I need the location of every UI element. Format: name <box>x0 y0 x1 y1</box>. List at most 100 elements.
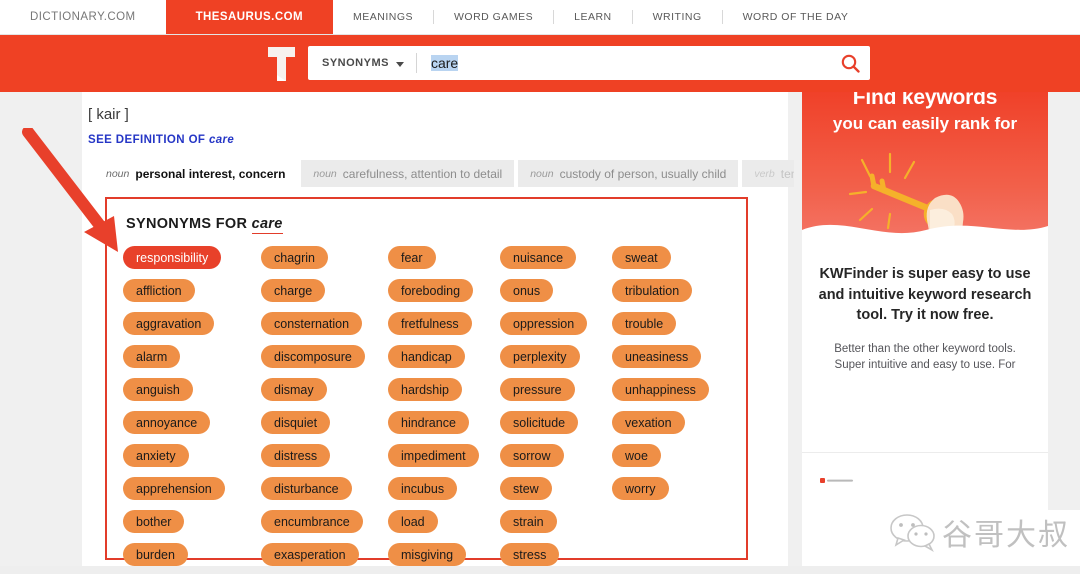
synonym-chip[interactable]: apprehension <box>123 477 225 500</box>
nav-tab-dictionary[interactable]: DICTIONARY.COM <box>0 0 166 34</box>
pos-tab-0-sense: personal interest, concern <box>135 166 286 181</box>
ad-headline-line1: Find keywords <box>852 92 998 109</box>
synonym-chip[interactable]: chagrin <box>261 246 328 269</box>
pos-tab-2-sense: custody of person, usually child <box>559 166 727 181</box>
synonym-chip[interactable]: woe <box>612 444 661 467</box>
synonyms-grid: responsibility affliction aggravation al… <box>123 246 738 574</box>
synonym-chip[interactable]: bother <box>123 510 185 533</box>
synonym-chip[interactable]: perplexity <box>500 345 580 368</box>
nav-link-meanings[interactable]: MEANINGS <box>333 0 433 34</box>
synonym-chip[interactable]: misgiving <box>388 543 467 566</box>
synonym-chip[interactable]: nuisance <box>500 246 577 269</box>
synonym-chip[interactable]: annoyance <box>123 411 211 434</box>
synonym-column-0: responsibility affliction aggravation al… <box>123 246 261 574</box>
synonym-chip[interactable]: sweat <box>612 246 671 269</box>
synonym-chip[interactable]: impediment <box>388 444 479 467</box>
search-box: SYNONYMS <box>308 46 870 80</box>
synonym-chip[interactable]: disquiet <box>261 411 331 434</box>
synonym-chip[interactable]: fear <box>388 246 436 269</box>
synonym-chip[interactable]: distress <box>261 444 331 467</box>
synonym-chip[interactable]: encumbrance <box>261 510 363 533</box>
synonym-chip[interactable]: vexation <box>612 411 685 434</box>
synonym-chip[interactable]: load <box>388 510 438 533</box>
nav-link-writing[interactable]: WRITING <box>633 0 722 34</box>
sidebar-advertisement[interactable]: Find keywords you can easily rank for KW… <box>802 92 1048 510</box>
synonym-chip[interactable]: sorrow <box>500 444 564 467</box>
synonyms-heading-prefix: SYNONYMS FOR <box>126 216 248 232</box>
synonym-chip[interactable]: disturbance <box>261 477 352 500</box>
synonym-chip[interactable]: aggravation <box>123 312 215 335</box>
synonym-chip[interactable]: responsibility <box>123 246 222 269</box>
pos-tab-3[interactable]: verb ten <box>742 160 794 187</box>
synonym-chip[interactable]: affliction <box>123 279 195 302</box>
synonyms-highlight-box: SYNONYMS FOR care responsibility afflict… <box>105 197 748 566</box>
synonym-chip[interactable]: burden <box>123 543 188 566</box>
synonym-column-4: sweat tribulation trouble uneasiness unh… <box>612 246 738 574</box>
pronunciation: [ kair ] <box>88 106 129 123</box>
top-navigation-bar: DICTIONARY.COM THESAURUS.COM MEANINGS WO… <box>0 0 1080 35</box>
search-icon <box>841 54 860 73</box>
synonym-chip[interactable]: hardship <box>388 378 462 401</box>
synonym-chip[interactable]: onus <box>500 279 554 302</box>
pos-tab-1-sense: carefulness, attention to detail <box>342 166 503 181</box>
synonym-chip[interactable]: unhappiness <box>612 378 709 401</box>
synonym-chip[interactable]: exasperation <box>261 543 359 566</box>
pos-tab-0[interactable]: noun personal interest, concern <box>94 160 298 187</box>
synonym-chip[interactable]: fretfulness <box>388 312 472 335</box>
synonym-chip[interactable]: stew <box>500 477 552 500</box>
synonym-column-2: fear foreboding fretfulness handicap har… <box>388 246 500 574</box>
nav-link-learn[interactable]: LEARN <box>554 0 632 34</box>
pos-tab-1[interactable]: noun carefulness, attention to detail <box>301 160 515 187</box>
ad-subtext: Better than the other keyword tools. Sup… <box>834 342 1016 372</box>
synonym-chip[interactable]: stress <box>500 543 560 566</box>
pos-tab-0-pos: noun <box>106 167 130 180</box>
synonym-chip[interactable]: worry <box>612 477 669 500</box>
nav-link-word-games[interactable]: WORD GAMES <box>434 0 553 34</box>
search-input[interactable] <box>416 46 830 80</box>
nav-tab-thesaurus[interactable]: THESAURUS.COM <box>165 0 333 34</box>
synonym-chip[interactable]: hindrance <box>388 411 469 434</box>
synonym-chip[interactable]: charge <box>261 279 326 302</box>
nav-link-word-of-the-day[interactable]: WORD OF THE DAY <box>723 0 869 34</box>
synonym-chip[interactable]: strain <box>500 510 557 533</box>
bottom-edge-strip <box>0 566 1080 574</box>
synonym-chip[interactable]: foreboding <box>388 279 474 302</box>
synonym-chip[interactable]: dismay <box>261 378 327 401</box>
search-button[interactable] <box>830 54 870 73</box>
pos-tab-1-pos: noun <box>313 167 337 180</box>
ad-wave-divider <box>802 224 1048 250</box>
pos-tab-3-sense: ten <box>780 166 794 181</box>
ad-brand-logo-icon <box>820 478 853 483</box>
synonym-chip[interactable]: handicap <box>388 345 465 368</box>
synonym-chip[interactable]: discomposure <box>261 345 365 368</box>
synonym-chip[interactable]: consternation <box>261 312 363 335</box>
page-root: DICTIONARY.COM THESAURUS.COM MEANINGS WO… <box>0 0 1080 574</box>
synonym-chip[interactable]: oppression <box>500 312 588 335</box>
synonym-chip[interactable]: anxiety <box>123 444 189 467</box>
synonym-chip[interactable]: uneasiness <box>612 345 702 368</box>
ad-tagline: KWFinder is super easy to use and intuit… <box>818 266 1032 324</box>
ad-hero: Find keywords you can easily rank for <box>802 92 1048 250</box>
pos-tab-3-pos: verb <box>754 167 775 180</box>
thesaurus-logo-icon[interactable] <box>266 45 297 83</box>
pos-tab-2[interactable]: noun custody of person, usually child <box>518 160 739 187</box>
see-definition-word: care <box>208 134 235 146</box>
pos-tab-2-pos: noun <box>530 167 554 180</box>
ad-headline-line2: you can easily rank for <box>832 114 1018 133</box>
synonym-chip[interactable]: incubus <box>388 477 458 500</box>
synonym-chip[interactable]: trouble <box>612 312 677 335</box>
synonyms-heading: SYNONYMS FOR care <box>126 216 283 234</box>
synonym-column-1: chagrin charge consternation discomposur… <box>261 246 388 574</box>
search-type-dropdown[interactable]: SYNONYMS <box>308 46 416 80</box>
synonym-chip[interactable]: solicitude <box>500 411 579 434</box>
synonym-chip[interactable]: tribulation <box>612 279 693 302</box>
see-definition-link[interactable]: SEE DEFINITION OF care <box>88 134 234 146</box>
synonym-chip[interactable]: alarm <box>123 345 181 368</box>
ad-footer <box>802 452 1048 510</box>
synonym-chip[interactable]: anguish <box>123 378 193 401</box>
bottom-white-bar <box>802 510 1080 574</box>
synonym-chip[interactable]: pressure <box>500 378 575 401</box>
search-type-label: SYNONYMS <box>322 57 389 69</box>
synonyms-heading-word: care <box>251 216 283 234</box>
synonym-column-3: nuisance onus oppression perplexity pres… <box>500 246 612 574</box>
